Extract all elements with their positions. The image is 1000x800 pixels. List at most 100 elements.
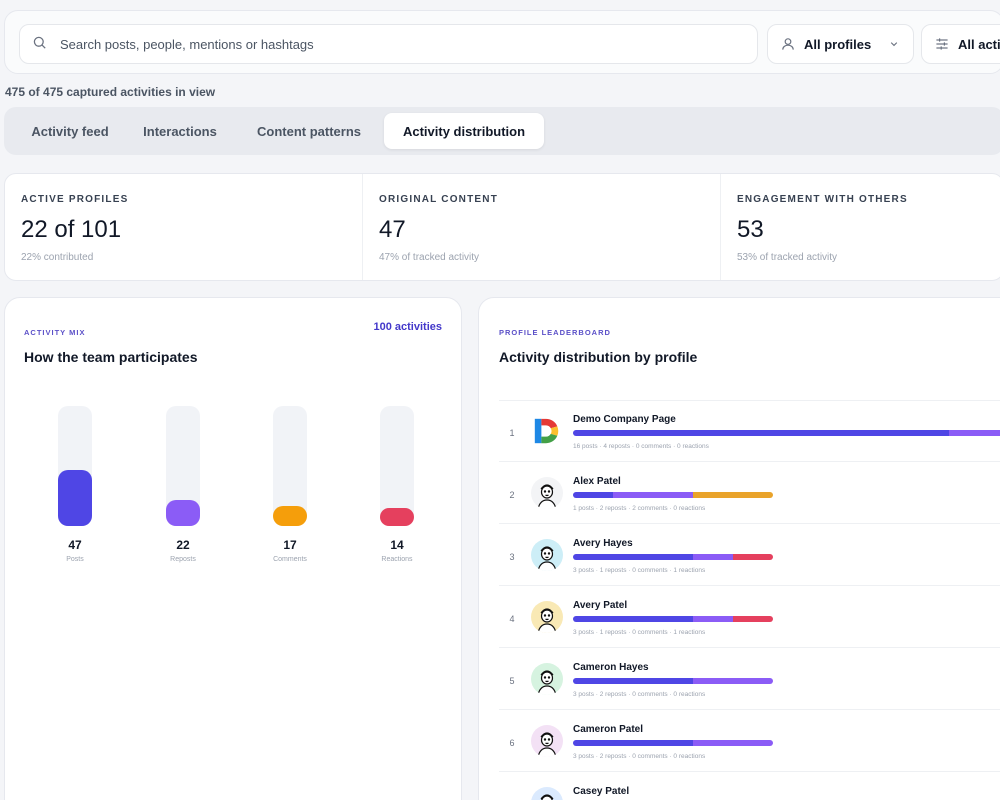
leaderboard-row[interactable]: 7Casey Patel bbox=[499, 772, 1000, 800]
bar-label: Reposts bbox=[170, 556, 196, 563]
stat-subtext: 22% contributed bbox=[21, 252, 94, 263]
tab-activity-distribution[interactable]: Activity distribution bbox=[384, 113, 544, 149]
bar-track bbox=[58, 406, 92, 526]
filter-bar: All profiles All activity bbox=[4, 10, 1000, 74]
company-logo-icon bbox=[531, 415, 563, 447]
stat-label: ACTIVE PROFILES bbox=[21, 194, 129, 205]
stat-engagement: ENGAGEMENT WITH OTHERS 53 53% of tracked… bbox=[720, 174, 1000, 280]
stat-label: ORIGINAL CONTENT bbox=[379, 194, 499, 205]
profile-activity-meta: 16 posts · 4 reposts · 0 comments · 0 re… bbox=[573, 443, 709, 450]
tab-interactions[interactable]: Interactions bbox=[124, 113, 236, 149]
bar-segment-posts bbox=[573, 492, 613, 498]
bar-segment-posts bbox=[573, 616, 693, 622]
bar-segment-reposts bbox=[949, 430, 1000, 436]
row-rank: 5 bbox=[509, 676, 515, 686]
avatar bbox=[531, 787, 563, 800]
leaderboard-row[interactable]: 4 Avery Patel 3 posts · 1 reposts · 0 comm… bbox=[499, 586, 1000, 648]
profile-activity-bar bbox=[573, 554, 773, 560]
profiles-dropdown[interactable]: All profiles bbox=[767, 24, 914, 64]
row-rank: 2 bbox=[509, 490, 515, 500]
card-title: How the team participates bbox=[24, 349, 198, 365]
stat-active-profiles: ACTIVE PROFILES 22 of 101 22% contribute… bbox=[5, 174, 362, 280]
profile-activity-bar bbox=[573, 678, 773, 684]
profile-activity-meta: 3 posts · 1 reposts · 0 comments · 1 rea… bbox=[573, 567, 706, 574]
search-icon bbox=[32, 35, 50, 53]
bar-fill bbox=[58, 470, 92, 526]
stat-subtext: 47% of tracked activity bbox=[379, 252, 480, 263]
leaderboard-row[interactable]: 1 Demo Company Page 16 posts · 4 reposts ·… bbox=[499, 400, 1000, 462]
leaderboard-row[interactable]: 6 Cameron Patel 3 posts · 2 reposts · 0 co… bbox=[499, 710, 1000, 772]
profile-activity-meta: 3 posts · 2 reposts · 0 comments · 0 rea… bbox=[573, 691, 706, 698]
activity-type-dropdown[interactable]: All activity bbox=[921, 24, 1000, 64]
profile-activity-bar bbox=[573, 430, 1000, 436]
sliders-icon bbox=[934, 36, 950, 52]
leaderboard-row[interactable]: 3 Avery Hayes 3 posts · 1 reposts · 0 comm… bbox=[499, 524, 1000, 586]
profile-activity-meta: 1 posts · 2 reposts · 2 comments · 0 rea… bbox=[573, 505, 706, 512]
row-rank: 6 bbox=[509, 738, 515, 748]
profile-name[interactable]: Casey Patel bbox=[573, 786, 629, 797]
leaderboard-row[interactable]: 2 Alex Patel 1 posts · 2 reposts · 2 comme… bbox=[499, 462, 1000, 524]
profile-activity-bar bbox=[573, 492, 773, 498]
search-input[interactable] bbox=[60, 36, 740, 52]
avatar bbox=[531, 477, 563, 509]
stat-value: 53 bbox=[737, 216, 764, 243]
bar-segment-posts bbox=[573, 678, 693, 684]
bar-value: 47 bbox=[68, 538, 82, 552]
bar-segment-reposts bbox=[693, 554, 733, 560]
activity-type-dropdown-label: All activity bbox=[958, 36, 1000, 52]
profile-activity-bar bbox=[573, 616, 773, 622]
bar-segment-reposts bbox=[693, 678, 773, 684]
profile-activity-meta: 3 posts · 2 reposts · 0 comments · 0 rea… bbox=[573, 753, 706, 760]
bar-segment-reposts bbox=[613, 492, 693, 498]
activity-mix-card: ACTIVITY MIX 100 activities How the team… bbox=[4, 297, 462, 800]
stat-subtext: 53% of tracked activity bbox=[737, 252, 838, 263]
profile-name[interactable]: Demo Company Page bbox=[573, 414, 676, 425]
bar-fill bbox=[380, 508, 414, 526]
search-box[interactable] bbox=[19, 24, 758, 64]
profile-activity-bar bbox=[573, 740, 773, 746]
summary-stats: ACTIVE PROFILES 22 of 101 22% contribute… bbox=[4, 173, 1000, 281]
profile-name[interactable]: Alex Patel bbox=[573, 476, 621, 487]
bar-segment-reactions bbox=[733, 554, 773, 560]
profile-name[interactable]: Avery Hayes bbox=[573, 538, 633, 549]
stat-original-content: ORIGINAL CONTENT 47 47% of tracked activ… bbox=[362, 174, 720, 280]
bar-track bbox=[273, 406, 307, 526]
bar-segment-posts bbox=[573, 430, 949, 436]
tab-content-patterns[interactable]: Content patterns bbox=[240, 113, 378, 149]
profile-name[interactable]: Avery Patel bbox=[573, 600, 627, 611]
card-title: Activity distribution by profile bbox=[499, 349, 698, 365]
bar-value: 17 bbox=[283, 538, 297, 552]
row-rank: 1 bbox=[509, 428, 515, 438]
avatar bbox=[531, 663, 563, 695]
profiles-dropdown-label: All profiles bbox=[804, 36, 872, 52]
tab-activity-feed[interactable]: Activity feed bbox=[10, 113, 130, 149]
stat-value: 22 of 101 bbox=[21, 216, 122, 243]
bar-fill bbox=[273, 506, 307, 526]
bar-label: Comments bbox=[273, 556, 307, 563]
bar-value: 14 bbox=[390, 538, 404, 552]
activity-count: 475 of 475 captured activities in view bbox=[5, 85, 216, 99]
profile-name[interactable]: Cameron Patel bbox=[573, 724, 643, 735]
bar-value: 22 bbox=[176, 538, 190, 552]
bar-track bbox=[380, 406, 414, 526]
bar-segment-reposts bbox=[693, 616, 733, 622]
bar-segment-posts bbox=[573, 554, 693, 560]
stat-value: 47 bbox=[379, 216, 406, 243]
bar-fill bbox=[166, 500, 200, 526]
chevron-down-icon bbox=[887, 37, 901, 51]
bar-segment-reposts bbox=[693, 740, 773, 746]
profile-leaderboard-card: PROFILE LEADERBOARD Activity distributio… bbox=[478, 297, 1000, 800]
leaderboard-row[interactable]: 5 Cameron Hayes 3 posts · 2 reposts · 0 co… bbox=[499, 648, 1000, 710]
bar-segment-reactions bbox=[733, 616, 773, 622]
avatar bbox=[531, 539, 563, 571]
profile-name[interactable]: Cameron Hayes bbox=[573, 662, 649, 673]
bar-segment-posts bbox=[573, 740, 693, 746]
avatar bbox=[531, 725, 563, 757]
tab-bar: Activity feed Interactions Content patte… bbox=[4, 107, 1000, 155]
activities-link[interactable]: 100 activities bbox=[374, 321, 443, 333]
card-eyebrow: PROFILE LEADERBOARD bbox=[499, 328, 611, 337]
bar-segment-comments bbox=[693, 492, 773, 498]
row-rank: 3 bbox=[509, 552, 515, 562]
bar-track bbox=[166, 406, 200, 526]
user-icon bbox=[780, 36, 796, 52]
